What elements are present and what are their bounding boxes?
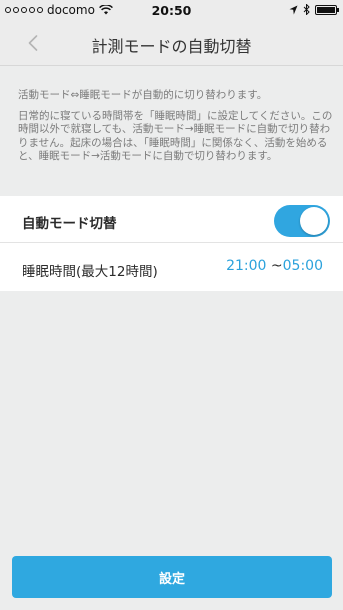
page-title: 計測モードの自動切替 <box>91 37 252 56</box>
settings-group: 自動モード切替 睡眠時間(最大12時間) 21:00 ~05:00 <box>0 196 343 291</box>
time-separator: ~ <box>270 258 283 274</box>
sleep-end-time[interactable]: 05:00 <box>283 258 323 274</box>
auto-switch-label: 自動モード切替 <box>22 216 117 232</box>
bluetooth-icon <box>303 4 310 15</box>
status-bar-right <box>289 4 339 15</box>
navigation-bar: 計測モードの自動切替 <box>0 20 343 66</box>
sleep-time-label: 睡眠時間(最大12時間) <box>22 264 158 280</box>
sleep-time-range[interactable]: 21:00 ~05:00 <box>226 258 323 274</box>
description-text: 活動モード⇔睡眠モードが自動的に切り替わります。 日常的に寝ている時間帯を「睡眠… <box>18 89 333 164</box>
auto-switch-toggle[interactable] <box>274 205 330 237</box>
description-line-1: 活動モード⇔睡眠モードが自動的に切り替わります。 <box>18 89 268 101</box>
auto-switch-row: 自動モード切替 <box>0 196 343 243</box>
toggle-knob <box>300 207 328 235</box>
sleep-start-time[interactable]: 21:00 <box>226 258 266 274</box>
description-paragraph-2: 日常的に寝ている時間帯を「睡眠時間」に設定してください。この時間以外で就寝しても… <box>18 109 333 163</box>
status-bar: docomo 20:50 <box>0 0 343 20</box>
location-arrow-icon <box>289 5 298 14</box>
sleep-time-row[interactable]: 睡眠時間(最大12時間) 21:00 ~05:00 <box>0 244 343 291</box>
battery-icon <box>315 4 339 15</box>
set-button[interactable]: 設定 <box>12 556 332 598</box>
